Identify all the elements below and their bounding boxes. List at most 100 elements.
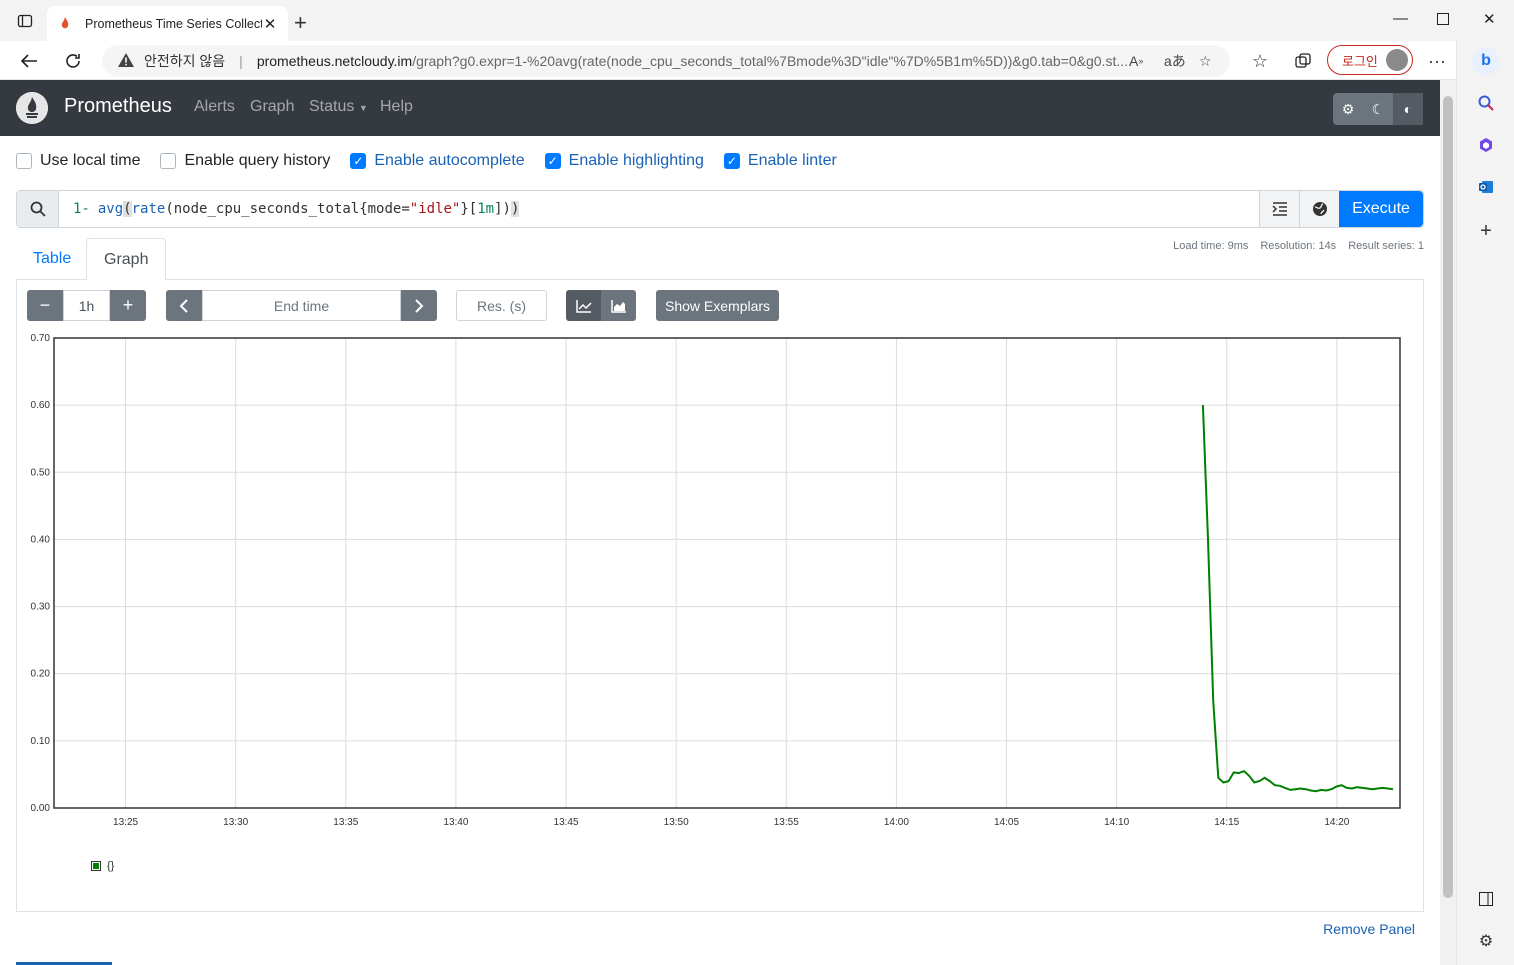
insecure-label[interactable]: 안전하지 않음 — [144, 51, 225, 71]
search-icon[interactable] — [1474, 91, 1498, 115]
y-tick-label: 0.70 — [31, 333, 51, 344]
nav-status-label: Status — [309, 98, 355, 115]
y-tick-label: 0.60 — [31, 400, 51, 411]
prometheus-logo-icon[interactable] — [16, 92, 48, 124]
nav-status[interactable]: Status ▼ — [309, 98, 368, 116]
query-expression-input[interactable]: 1- avg(rate(node_cpu_seconds_total{mode =… — [59, 191, 1259, 227]
chevron-right-icon[interactable] — [401, 290, 437, 321]
translate-icon[interactable]: aあ — [1164, 45, 1186, 77]
linter-label[interactable]: Enable linter — [748, 152, 837, 170]
read-aloud-icon[interactable]: A» — [1129, 45, 1143, 77]
collections-icon[interactable] — [1291, 49, 1315, 73]
range-input[interactable]: 1h — [63, 290, 110, 321]
prometheus-favicon-icon — [57, 16, 73, 32]
bing-icon[interactable]: b — [1472, 47, 1500, 75]
brand-name[interactable]: Prometheus — [64, 95, 172, 118]
nav-help[interactable]: Help — [380, 98, 413, 116]
stacked-chart-icon[interactable] — [601, 290, 636, 321]
theme-auto-icon[interactable]: ⚙ — [1333, 93, 1363, 125]
theme-contrast-icon[interactable]: ◐ — [1393, 93, 1423, 125]
query-history-checkbox[interactable] — [160, 153, 177, 169]
prometheus-page: Prometheus Alerts Graph Status ▼ Help ⚙ … — [0, 80, 1440, 965]
highlighting-label[interactable]: Enable highlighting — [569, 152, 704, 170]
profile-login-button[interactable]: 로그인 — [1327, 45, 1413, 75]
highlighting-option[interactable]: ✓ Enable highlighting — [544, 152, 704, 170]
execute-button[interactable]: Execute — [1339, 191, 1423, 227]
add-favorite-icon[interactable]: ☆ — [1199, 45, 1212, 77]
linter-option[interactable]: ✓ Enable linter — [723, 152, 837, 170]
expr-fn-rate: rate — [131, 201, 166, 217]
use-local-time-checkbox[interactable] — [16, 153, 32, 169]
page-scrollbar[interactable] — [1440, 80, 1456, 965]
show-exemplars-button[interactable]: Show Exemplars — [656, 290, 780, 321]
linter-checkbox[interactable]: ✓ — [723, 153, 740, 169]
increase-range-button[interactable]: + — [110, 290, 146, 321]
query-history-option[interactable]: Enable query history — [160, 152, 330, 170]
highlighting-checkbox[interactable]: ✓ — [544, 153, 561, 169]
y-tick-label: 0.00 — [31, 803, 51, 814]
nav-graph[interactable]: Graph — [250, 98, 294, 116]
autocomplete-option[interactable]: ✓ Enable autocomplete — [350, 152, 525, 170]
autocomplete-checkbox[interactable]: ✓ — [350, 153, 367, 169]
use-local-time-label[interactable]: Use local time — [40, 152, 140, 170]
resolution-input[interactable]: Res. (s) — [456, 290, 547, 321]
metrics-explorer-globe-icon[interactable] — [1299, 191, 1339, 227]
y-tick-label: 0.30 — [31, 602, 51, 613]
close-tab-icon[interactable]: ✕ — [262, 15, 278, 33]
query-history-label[interactable]: Enable query history — [184, 152, 330, 170]
tab-graph[interactable]: Graph — [86, 238, 167, 281]
chevron-left-icon[interactable] — [166, 290, 202, 321]
minimize-icon[interactable]: — — [1393, 10, 1408, 27]
x-tick-label: 14:05 — [994, 817, 1019, 828]
tab-actions-icon[interactable] — [12, 8, 38, 34]
end-time-input[interactable]: End time — [202, 290, 401, 321]
warning-icon — [118, 52, 136, 70]
url-box[interactable]: 안전하지 않음 | prometheus.netcloudy.im/graph?… — [102, 45, 1230, 77]
y-tick-label: 0.40 — [31, 534, 51, 545]
y-tick-label: 0.50 — [31, 467, 51, 478]
new-tab-icon[interactable]: + — [294, 10, 307, 36]
load-time: Load time: 9ms — [1173, 240, 1249, 252]
graph-legend: {} — [91, 860, 114, 872]
x-tick-label: 14:20 — [1324, 817, 1349, 828]
time-series-chart[interactable]: 0.00 0.10 0.20 0.30 0.40 0.50 0.60 0.70 13:25 13:… — [17, 328, 1423, 888]
legend-swatch[interactable] — [91, 861, 101, 871]
office-icon[interactable] — [1474, 133, 1498, 157]
end-time-control: End time — [166, 290, 437, 321]
x-tick-label: 13:30 — [223, 817, 248, 828]
theme-dark-moon-icon[interactable]: ☾ — [1363, 93, 1393, 125]
add-sidebar-icon[interactable]: + — [1474, 219, 1498, 243]
sidebar-toggle-icon[interactable] — [1474, 887, 1498, 911]
outlook-icon[interactable] — [1474, 175, 1498, 199]
scrollbar-thumb[interactable] — [1443, 96, 1453, 898]
range-control: − 1h + — [27, 290, 146, 321]
resolution-info: Resolution: 14s — [1260, 240, 1337, 252]
settings-gear-icon[interactable]: ⚙ — [1474, 929, 1498, 953]
tab-table[interactable]: Table — [16, 238, 88, 280]
maximize-icon[interactable] — [1437, 12, 1449, 29]
browser-tab[interactable]: Prometheus Time Series Collection and Pr… — [47, 6, 288, 41]
more-menu-icon[interactable]: ··· — [1425, 49, 1449, 73]
url-text[interactable]: prometheus.netcloudy.im/graph?g0.expr=1-… — [257, 53, 1127, 69]
caret-down-icon: ▼ — [358, 103, 368, 113]
y-tick-label: 0.10 — [31, 736, 51, 747]
expr-label-key: mode — [367, 201, 402, 217]
remove-panel-link[interactable]: Remove Panel — [1323, 921, 1415, 937]
format-expression-icon[interactable] — [1259, 191, 1299, 227]
url-host: prometheus.netcloudy.im — [256, 53, 413, 69]
avatar — [1386, 49, 1408, 71]
y-tick-label: 0.20 — [31, 669, 51, 680]
decrease-range-button[interactable]: − — [27, 290, 63, 321]
close-window-icon[interactable]: ✕ — [1483, 10, 1496, 28]
exemplars-control: Show Exemplars — [656, 290, 780, 321]
use-local-time-option[interactable]: Use local time — [16, 152, 140, 170]
favorites-icon[interactable]: ☆ — [1248, 49, 1272, 73]
autocomplete-label[interactable]: Enable autocomplete — [374, 152, 524, 170]
back-arrow-icon[interactable] — [17, 49, 41, 73]
top-navbar: Prometheus Alerts Graph Status ▼ Help ⚙ … — [0, 80, 1440, 136]
refresh-icon[interactable] — [61, 49, 85, 73]
x-tick-label: 13:55 — [774, 817, 799, 828]
line-chart-icon[interactable] — [566, 290, 601, 321]
legend-series-label[interactable]: {} — [107, 860, 114, 872]
nav-alerts[interactable]: Alerts — [194, 98, 235, 116]
